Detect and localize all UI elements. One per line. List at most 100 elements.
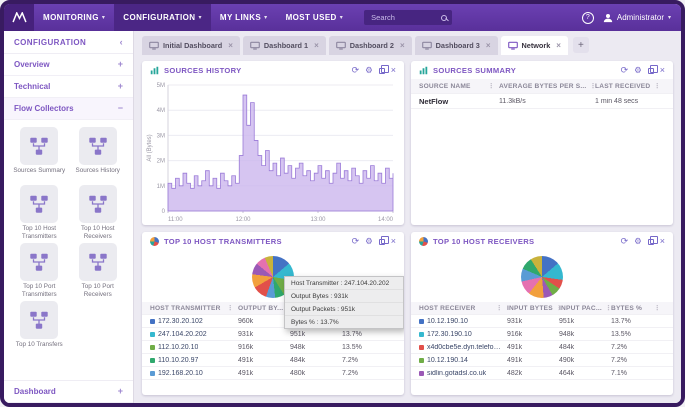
receivers-pie-chart[interactable] [521, 256, 563, 298]
tab-initial-dashboard[interactable]: Initial Dashboard× [142, 36, 240, 55]
table-row[interactable]: 247.104.20.202 931k 951k 13.7% [142, 328, 404, 341]
col-output-bytes: OUTPUT BY...⋮ [238, 304, 290, 312]
settings-icon[interactable]: ⚙ [634, 237, 642, 246]
brand-logo[interactable] [4, 4, 34, 31]
copy-icon[interactable] [648, 239, 654, 245]
close-icon[interactable]: × [660, 66, 665, 75]
copy-icon[interactable] [379, 68, 385, 74]
menu-my-links[interactable]: MY LINKS▾ [211, 4, 277, 31]
tab-close-icon[interactable]: × [486, 41, 491, 50]
sidebar-item-technical[interactable]: Technical+ [4, 76, 133, 98]
panel-top-transmitters: TOP 10 HOST TRANSMITTERS ⟳ ⚙ × HOST TRAN… [142, 232, 404, 395]
svg-text:12:00: 12:00 [235, 217, 251, 223]
col-input-packets: INPUT PAC...⋮ [559, 304, 611, 312]
tab-close-icon[interactable]: × [556, 41, 561, 50]
main-area: Initial Dashboard× Dashboard 1× Dashboar… [134, 31, 681, 403]
column-menu-icon[interactable]: ⋮ [227, 304, 234, 312]
tab-dashboard-2[interactable]: Dashboard 2× [329, 36, 412, 55]
copy-icon[interactable] [648, 68, 654, 74]
sidebar-item-flow-collectors[interactable]: Flow Collectors− [4, 98, 133, 120]
table-row[interactable]: sidlin.gotadsl.co.uk 482k 464k 7.1% [411, 367, 673, 380]
table-row[interactable]: x4d0cbe5e.dyn.telefonica... 491k 484k 7.… [411, 341, 673, 354]
column-menu-icon[interactable]: ⋮ [654, 304, 661, 312]
sidebar-title: CONFIGURATION ‹ [4, 31, 133, 54]
table-header-row: HOST RECEIVER⋮ INPUT BYTES⋮ INPUT PAC...… [411, 302, 673, 315]
col-host-receiver: HOST RECEIVER⋮ [419, 304, 507, 312]
table-row[interactable]: 110.10.20.97 491k 484k 7.2% [142, 354, 404, 367]
tile-sources-summary[interactable]: Sources Summary [12, 127, 67, 182]
user-menu[interactable]: Administrator ▾ [603, 13, 671, 23]
panel-sources-history: SOURCES HISTORY ⟳ ⚙ × 01M2M3M4M5M11:0012… [142, 61, 404, 225]
chart-tooltip: Host Transmitter : 247.104.20.202 Output… [284, 276, 404, 329]
tab-close-icon[interactable]: × [228, 41, 233, 50]
col-input-bytes: INPUT BYTES⋮ [507, 304, 559, 312]
tab-network[interactable]: Network× [501, 36, 568, 55]
close-icon[interactable]: × [391, 237, 396, 246]
tile-top-host-receivers[interactable]: Top 10 Host Receivers [71, 185, 126, 240]
panel-header: TOP 10 HOST TRANSMITTERS ⟳ ⚙ × [142, 232, 404, 250]
close-icon[interactable]: × [660, 237, 665, 246]
help-icon[interactable]: ? [582, 12, 594, 24]
settings-icon[interactable]: ⚙ [365, 237, 373, 246]
svg-text:11:00: 11:00 [168, 217, 183, 223]
col-last-received: LAST RECEIVED⋮ [595, 82, 665, 90]
table-row[interactable]: 172.30.190.10 916k 948k 13.5% [411, 328, 673, 341]
refresh-icon[interactable]: ⟳ [352, 237, 360, 246]
column-menu-icon[interactable]: ⋮ [496, 304, 503, 312]
refresh-icon[interactable]: ⟳ [621, 237, 629, 246]
expand-icon: + [118, 387, 123, 396]
sources-history-icon [87, 135, 109, 157]
series-marker [419, 345, 424, 350]
tab-close-icon[interactable]: × [400, 41, 405, 50]
menu-most-used[interactable]: MOST USED▾ [277, 4, 353, 31]
menu-monitoring[interactable]: MONITORING▾ [34, 4, 114, 31]
table-row[interactable]: 10.12.190.10 931k 951k 13.7% [411, 315, 673, 328]
tile-top-port-receivers[interactable]: Top 10 Port Receivers [71, 243, 126, 298]
settings-icon[interactable]: ⚙ [634, 66, 642, 75]
table-row[interactable]: 192.168.20.10 491k 480k 7.2% [142, 367, 404, 380]
sidebar-collapse-icon[interactable]: ‹ [120, 38, 123, 47]
svg-text:1M: 1M [157, 184, 165, 190]
sources-summary-icon [28, 135, 50, 157]
series-marker [419, 358, 424, 363]
series-marker [150, 332, 155, 337]
last-received: 1 min 48 secs [595, 98, 665, 105]
svg-text:3M: 3M [157, 133, 165, 139]
svg-text:4M: 4M [157, 108, 165, 114]
user-icon [603, 13, 613, 23]
tile-top-transfers[interactable]: Top 10 Transfers [12, 301, 67, 356]
close-icon[interactable]: × [391, 66, 396, 75]
settings-icon[interactable]: ⚙ [365, 66, 373, 75]
receivers-table: HOST RECEIVER⋮ INPUT BYTES⋮ INPUT PAC...… [411, 302, 673, 380]
add-tab-button[interactable]: + [573, 37, 589, 53]
svg-text:2M: 2M [157, 159, 165, 165]
svg-text:5M: 5M [157, 83, 165, 89]
tab-dashboard-1[interactable]: Dashboard 1× [243, 36, 326, 55]
column-menu-icon[interactable]: ⋮ [488, 82, 495, 90]
tab-close-icon[interactable]: × [314, 41, 319, 50]
table-row[interactable]: 10.12.190.14 491k 490k 7.2% [411, 354, 673, 367]
sources-summary-table: SOURCE NAME⋮ AVERAGE BYTES PER S...⋮ LAS… [411, 79, 673, 109]
series-marker [150, 358, 155, 363]
table-row[interactable]: 112.10.20.10 916k 948k 13.5% [142, 341, 404, 354]
tile-top-host-transmitters[interactable]: Top 10 Host Transmitters [12, 185, 67, 240]
search-box[interactable] [364, 10, 452, 25]
search-input[interactable] [369, 12, 437, 23]
tab-dashboard-3[interactable]: Dashboard 3× [415, 36, 498, 55]
expand-icon: + [118, 60, 123, 69]
column-menu-icon[interactable]: ⋮ [654, 82, 661, 90]
table-row[interactable]: NetFlow 11.3kB/s 1 min 48 secs [411, 94, 673, 109]
refresh-icon[interactable]: ⟳ [621, 66, 629, 75]
port-receivers-icon [87, 251, 109, 273]
brand-logo-icon [12, 12, 27, 23]
source-name: NetFlow [419, 97, 499, 106]
series-marker [419, 371, 424, 376]
copy-icon[interactable] [379, 239, 385, 245]
refresh-icon[interactable]: ⟳ [352, 66, 360, 75]
sidebar-item-dashboard[interactable]: Dashboard+ [4, 380, 133, 403]
tile-sources-history[interactable]: Sources History [71, 127, 126, 182]
sidebar-item-overview[interactable]: Overview+ [4, 54, 133, 76]
series-marker [150, 345, 155, 350]
menu-configuration[interactable]: CONFIGURATION▾ [114, 4, 211, 31]
tile-top-port-transmitters[interactable]: Top 10 Port Transmitters [12, 243, 67, 298]
